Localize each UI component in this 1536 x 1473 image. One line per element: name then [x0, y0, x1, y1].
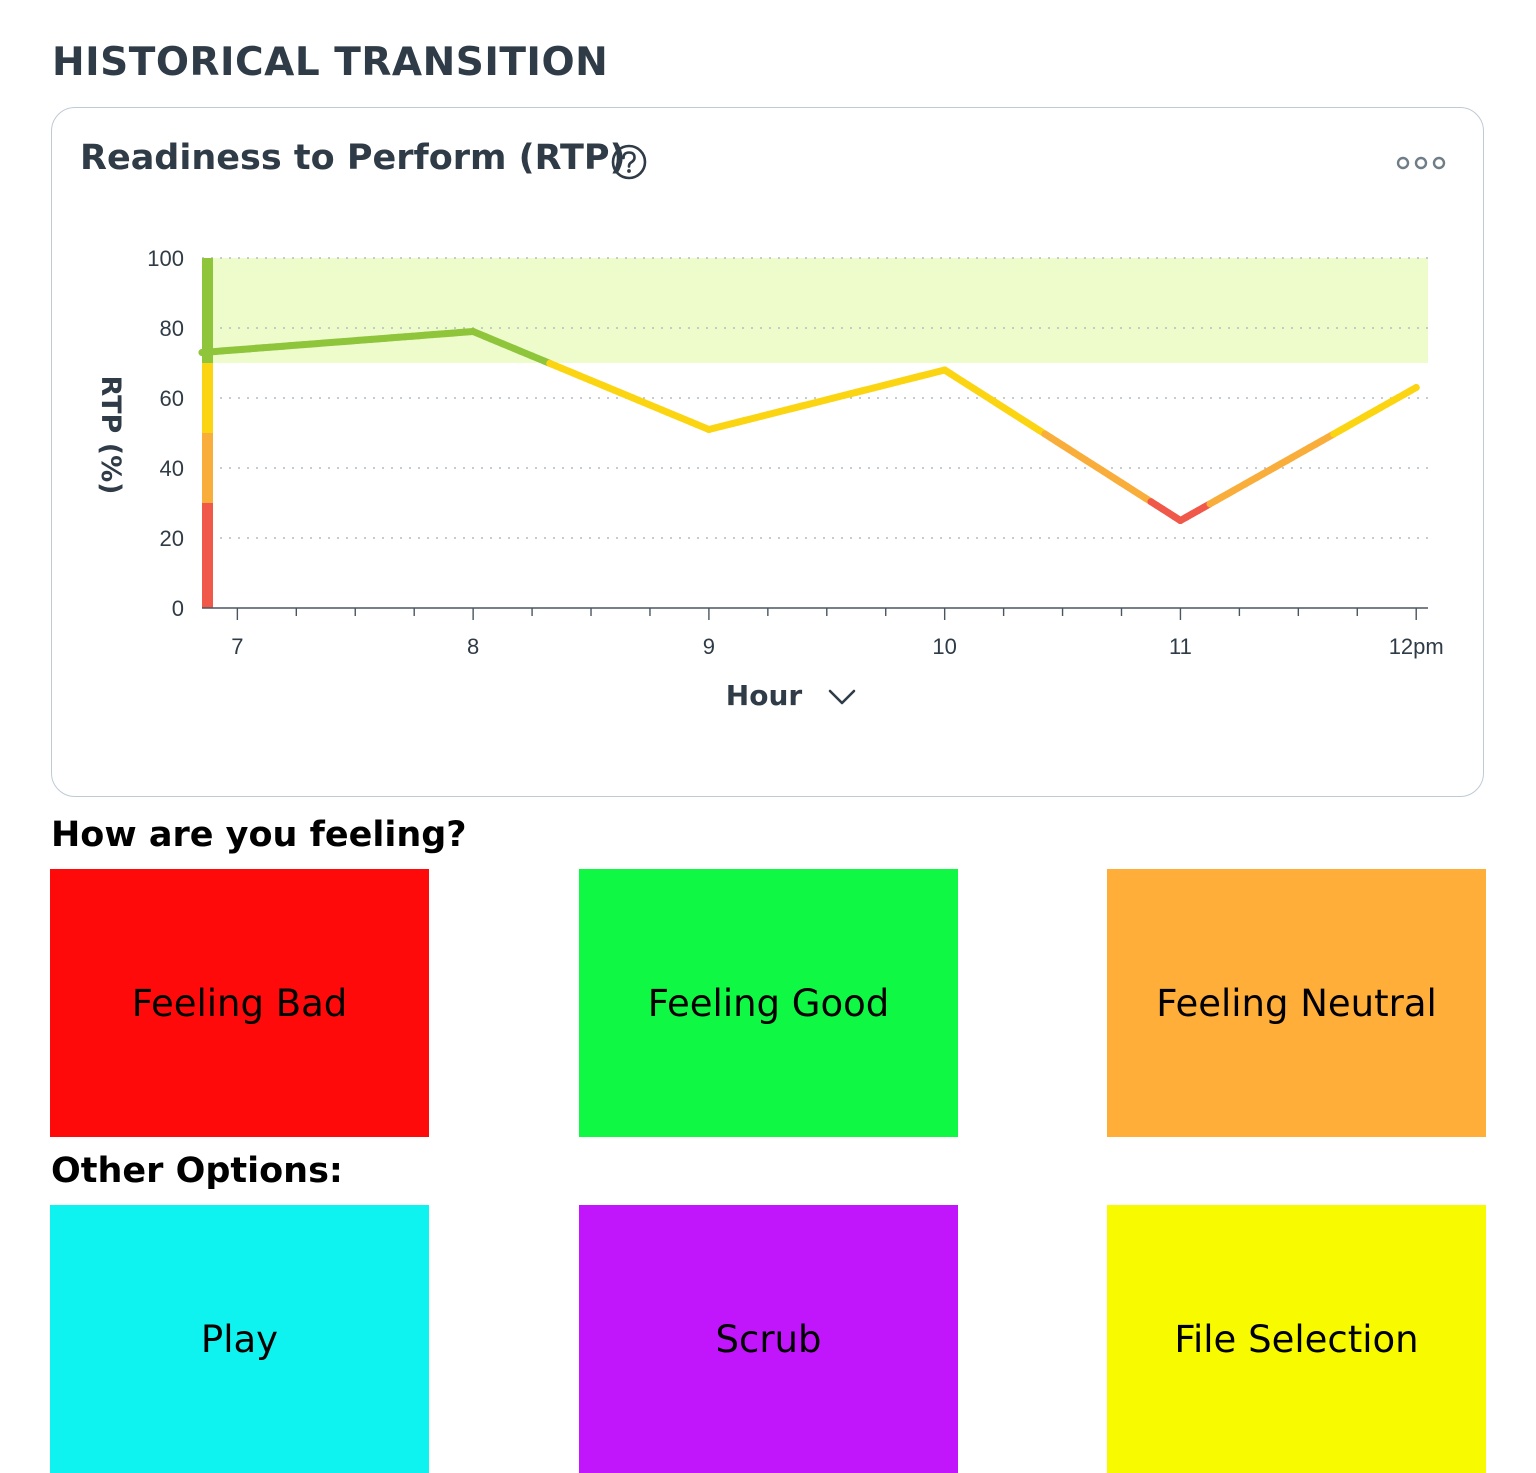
x-tick-label: 9	[703, 634, 715, 659]
x-axis-label: Hour	[726, 679, 803, 712]
button-label: Play	[200, 1317, 279, 1361]
y-tick-label: 40	[160, 456, 184, 481]
rtp-chart-card: Readiness to Perform (RTP) 0 20 40 60 80 100 7…	[51, 107, 1484, 797]
x-tick-label: 8	[467, 634, 479, 659]
x-tick-label: 12pm	[1389, 634, 1444, 659]
target-band	[202, 258, 1428, 363]
x-tick-label: 11	[1169, 634, 1192, 659]
y-tick-label: 60	[160, 386, 184, 411]
rtp-data-point	[1412, 384, 1420, 391]
button-label: Feeling Bad	[131, 981, 348, 1025]
rtp-line-chart: 0 20 40 60 80 100 7 8 9 10 11 12pm RTP (%) Hour	[95, 246, 1444, 712]
rtp-data-point	[705, 426, 713, 433]
file-selection-button[interactable]: File Selection	[1107, 1205, 1486, 1473]
rtp-data-point	[1176, 517, 1184, 524]
scrub-button[interactable]: Scrub	[579, 1205, 958, 1473]
zone-bar	[202, 258, 213, 363]
y-tick-label: 20	[160, 526, 184, 551]
other-options-heading: Other Options:	[51, 1151, 343, 1191]
zone-bar	[202, 363, 213, 433]
rtp-data-point	[469, 328, 477, 335]
y-tick-label: 0	[172, 596, 184, 621]
feeling-good-button[interactable]: Feeling Good	[579, 869, 958, 1137]
x-tick-label: 10	[932, 634, 956, 659]
x-tick-label: 7	[231, 634, 243, 659]
rtp-data-point	[941, 366, 949, 374]
button-label: File Selection	[1174, 1317, 1419, 1361]
rtp-data-point	[198, 349, 206, 356]
zone-bar	[202, 433, 213, 503]
y-axis-label: RTP (%)	[95, 376, 126, 495]
y-tick-label: 80	[160, 316, 184, 341]
zone-bar	[202, 503, 213, 608]
button-label: Feeling Good	[647, 981, 890, 1025]
play-button[interactable]: Play	[50, 1205, 429, 1473]
button-label: Feeling Neutral	[1156, 981, 1437, 1025]
chevron-down-icon[interactable]	[828, 689, 856, 705]
feeling-neutral-button[interactable]: Feeling Neutral	[1107, 869, 1486, 1137]
y-tick-label: 100	[147, 246, 184, 271]
feeling-heading: How are you feeling?	[51, 815, 467, 855]
button-label: Scrub	[715, 1317, 822, 1361]
feeling-bad-button[interactable]: Feeling Bad	[50, 869, 429, 1137]
section-title: HISTORICAL TRANSITION	[52, 40, 609, 85]
